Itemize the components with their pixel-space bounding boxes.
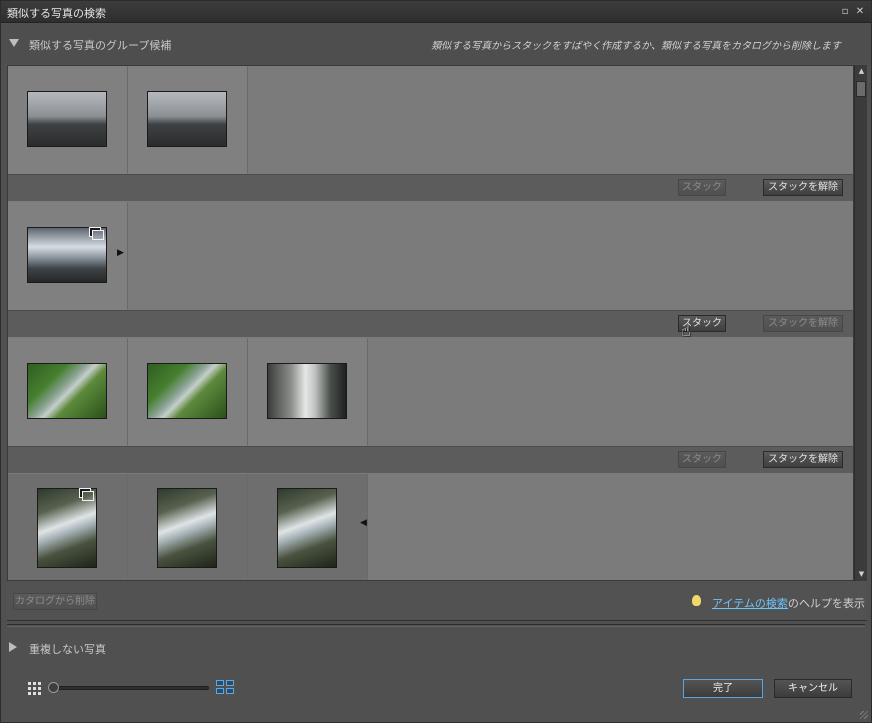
expand-triangle-icon[interactable] xyxy=(9,642,17,652)
help-link[interactable]: アイテムの検索 xyxy=(712,597,788,610)
photo-thumbnail[interactable] xyxy=(277,488,337,568)
resize-grip-icon[interactable] xyxy=(860,711,868,719)
photo-thumbnail[interactable] xyxy=(147,91,227,147)
thumbnail-cell[interactable]: ▶ xyxy=(8,202,128,310)
group-candidates-header[interactable]: 類似する写真のグループ候補 類似する写真からスタックをすばやく作成するか、類似す… xyxy=(1,24,871,64)
photo-thumbnail[interactable] xyxy=(27,363,107,419)
expand-stack-icon[interactable]: ▶ xyxy=(117,248,124,258)
collapse-triangle-icon[interactable] xyxy=(9,39,19,47)
thumbnail-cell[interactable] xyxy=(128,474,248,580)
photo-thumbnail[interactable] xyxy=(157,488,217,568)
section-label: 類似する写真のグループ候補 xyxy=(29,39,172,52)
unstack-button[interactable]: スタックを解除 xyxy=(763,315,843,332)
thumbnail-cell[interactable] xyxy=(8,66,128,174)
thumbnail-cell[interactable] xyxy=(8,474,128,580)
thumbnail-cell[interactable] xyxy=(128,66,248,174)
thumbnail-cell[interactable] xyxy=(8,338,128,446)
titlebar: 類似する写真の検索 ▫ ✕ xyxy=(1,1,871,23)
non-duplicate-photos-header[interactable]: 重複しない写真 xyxy=(1,635,871,659)
photo-thumbnail[interactable] xyxy=(27,227,107,283)
cancel-button[interactable]: キャンセル xyxy=(774,679,852,698)
non-duplicate-label: 重複しない写真 xyxy=(29,643,106,656)
list-footer: カタログから削除 アイテムの検索のヘルプを表示 xyxy=(7,581,867,621)
hand-cursor-icon: ☝ xyxy=(681,321,691,340)
stack-icon xyxy=(92,230,104,240)
lightbulb-icon xyxy=(692,595,701,606)
unstack-button[interactable]: スタックを解除 xyxy=(763,451,843,468)
vertical-scrollbar[interactable]: ▲ ▼ xyxy=(854,65,867,581)
scroll-up-icon[interactable]: ▲ xyxy=(855,65,868,78)
section-hint: 類似する写真からスタックをすばやく作成するか、類似する写真をカタログから削除しま… xyxy=(431,41,841,52)
thumbnail-cell[interactable] xyxy=(248,338,368,446)
group-action-bar: スタック スタックを解除 xyxy=(8,446,853,473)
thumbnail-cell[interactable] xyxy=(128,338,248,446)
done-button[interactable]: 完了 xyxy=(683,679,763,698)
photo-thumbnail[interactable] xyxy=(27,91,107,147)
remove-from-catalog-button[interactable]: カタログから削除 xyxy=(13,593,97,610)
unstack-button[interactable]: スタックを解除 xyxy=(763,179,843,196)
thumbnail-cell[interactable]: ◀ xyxy=(248,474,368,580)
scroll-thumb[interactable] xyxy=(856,81,866,97)
close-icon[interactable]: ✕ xyxy=(854,6,866,18)
photo-thumbnail[interactable] xyxy=(147,363,227,419)
help-text: アイテムの検索のヘルプを表示 xyxy=(712,595,865,611)
help-suffix: のヘルプを表示 xyxy=(787,597,865,610)
stack-button[interactable]: スタック xyxy=(678,179,726,196)
group-action-bar: スタック スタックを解除 xyxy=(8,310,853,337)
stack-icon xyxy=(82,491,94,501)
collapse-stack-icon[interactable]: ◀ xyxy=(360,518,367,528)
small-thumbnails-icon[interactable] xyxy=(28,682,41,695)
dialog-window: 類似する写真の検索 ▫ ✕ 類似する写真のグループ候補 類似する写真からスタック… xyxy=(0,0,872,723)
group-action-bar: スタック スタックを解除 xyxy=(8,174,853,201)
thumbnail-size-slider[interactable] xyxy=(51,686,209,690)
stack-button[interactable]: スタック xyxy=(678,451,726,468)
slider-handle[interactable] xyxy=(48,682,59,693)
scroll-down-icon[interactable]: ▼ xyxy=(855,568,868,581)
divider xyxy=(7,624,865,627)
similar-groups-list[interactable]: スタック スタックを解除 ▶ スタック スタックを解除 スタック スタックを解除… xyxy=(7,65,854,581)
large-thumbnails-icon[interactable] xyxy=(216,680,236,696)
photo-thumbnail[interactable] xyxy=(267,363,347,419)
window-title: 類似する写真の検索 xyxy=(7,7,106,20)
photo-thumbnail[interactable] xyxy=(37,488,97,568)
maximize-icon[interactable]: ▫ xyxy=(839,6,851,18)
